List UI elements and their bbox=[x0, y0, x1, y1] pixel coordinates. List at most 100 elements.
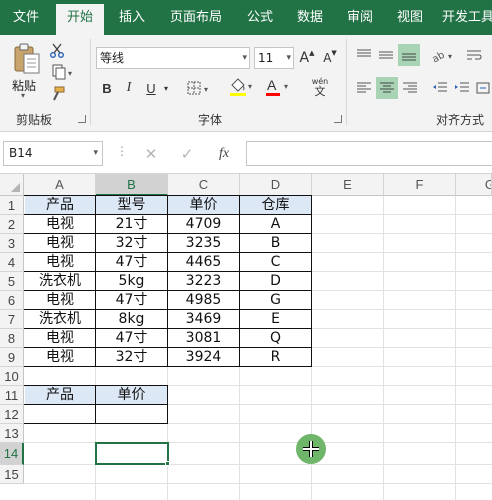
criteria-cell-product[interactable] bbox=[25, 405, 95, 424]
table-cell[interactable]: 3235 bbox=[168, 234, 239, 253]
tab-data[interactable]: 数据 bbox=[288, 0, 332, 35]
row-header-9[interactable]: 9 bbox=[0, 348, 24, 367]
table-cell[interactable]: 8kg bbox=[96, 310, 167, 329]
column-header-d[interactable]: D bbox=[240, 174, 312, 196]
paste-button[interactable] bbox=[8, 41, 46, 77]
criteria-cell-price[interactable] bbox=[96, 405, 167, 424]
wrap-text-button[interactable] bbox=[464, 45, 484, 65]
table-header-model[interactable]: 型号 bbox=[96, 196, 167, 215]
table-cell[interactable]: 3469 bbox=[168, 310, 239, 329]
cut-button[interactable] bbox=[48, 41, 66, 59]
align-center-button[interactable] bbox=[376, 77, 398, 99]
table-cell[interactable]: 电视 bbox=[25, 291, 95, 310]
worksheet-grid[interactable]: A B C D E F G 1 2 3 4 5 6 7 8 9 10 11 12… bbox=[0, 174, 492, 500]
table-cell[interactable]: R bbox=[240, 348, 311, 367]
row-header-8[interactable]: 8 bbox=[0, 329, 24, 348]
table-cell[interactable]: 5kg bbox=[96, 272, 167, 291]
tab-file[interactable]: 文件 bbox=[0, 0, 52, 35]
tab-developer[interactable]: 开发工具 bbox=[442, 0, 492, 35]
row-header-10[interactable]: 10 bbox=[0, 367, 24, 386]
table-header-price[interactable]: 单价 bbox=[168, 196, 239, 215]
table-cell[interactable]: G bbox=[240, 291, 311, 310]
tab-insert[interactable]: 插入 bbox=[110, 0, 154, 35]
clipboard-dialog-launcher[interactable] bbox=[78, 115, 86, 123]
table-header-warehouse[interactable]: 仓库 bbox=[240, 196, 311, 215]
fill-color-button[interactable]: ▾ bbox=[226, 75, 258, 99]
bold-button[interactable]: B bbox=[98, 78, 116, 98]
tab-home[interactable]: 开始 bbox=[56, 4, 104, 35]
row-header-3[interactable]: 3 bbox=[0, 234, 24, 253]
table-cell[interactable]: C bbox=[240, 253, 311, 272]
row-header-2[interactable]: 2 bbox=[0, 215, 24, 234]
table-cell[interactable]: 32寸 bbox=[96, 234, 167, 253]
table-cell[interactable]: 4985 bbox=[168, 291, 239, 310]
tab-review[interactable]: 审阅 bbox=[338, 0, 382, 35]
align-right-button[interactable] bbox=[400, 78, 420, 98]
font-color-button[interactable]: A ▾ bbox=[262, 75, 294, 99]
table-cell[interactable]: 电视 bbox=[25, 329, 95, 348]
format-painter-button[interactable] bbox=[48, 85, 66, 103]
decrease-indent-button[interactable] bbox=[430, 78, 450, 98]
table-cell[interactable]: 洗衣机 bbox=[25, 310, 95, 329]
table-cell[interactable]: A bbox=[240, 215, 311, 234]
criteria-header-product[interactable]: 产品 bbox=[25, 386, 95, 405]
font-size-combo[interactable]: 11 ▾ bbox=[254, 47, 294, 69]
table-cell[interactable]: 4465 bbox=[168, 253, 239, 272]
table-cell[interactable]: 47寸 bbox=[96, 329, 167, 348]
align-left-button[interactable] bbox=[354, 78, 374, 98]
font-dialog-launcher[interactable] bbox=[334, 115, 342, 123]
phonetic-guide-button[interactable]: wén 文 bbox=[304, 73, 336, 101]
table-cell[interactable]: 洗衣机 bbox=[25, 272, 95, 291]
table-cell[interactable]: 3223 bbox=[168, 272, 239, 291]
copy-button[interactable]: ▾ bbox=[48, 63, 78, 81]
formula-input[interactable] bbox=[246, 141, 492, 166]
row-header-12[interactable]: 12 bbox=[0, 405, 24, 424]
table-cell[interactable]: 电视 bbox=[25, 215, 95, 234]
tab-formulas[interactable]: 公式 bbox=[238, 0, 282, 35]
table-cell[interactable]: B bbox=[240, 234, 311, 253]
table-cell[interactable]: 电视 bbox=[25, 348, 95, 367]
table-cell[interactable]: D bbox=[240, 272, 311, 291]
table-cell[interactable]: 电视 bbox=[25, 253, 95, 272]
align-middle-button[interactable] bbox=[376, 45, 396, 65]
table-cell[interactable]: Q bbox=[240, 329, 311, 348]
row-header-6[interactable]: 6 bbox=[0, 291, 24, 310]
borders-button[interactable]: ▾ bbox=[184, 78, 214, 98]
table-header-product[interactable]: 产品 bbox=[25, 196, 95, 215]
table-cell[interactable]: 47寸 bbox=[96, 291, 167, 310]
column-header-c[interactable]: C bbox=[168, 174, 240, 196]
table-cell[interactable]: 21寸 bbox=[96, 215, 167, 234]
row-header-4[interactable]: 4 bbox=[0, 253, 24, 272]
row-header-5[interactable]: 5 bbox=[0, 272, 24, 291]
shrink-font-button[interactable]: A ▼ bbox=[320, 47, 340, 69]
confirm-entry-button[interactable]: ✓ bbox=[174, 143, 200, 165]
tab-page-layout[interactable]: 页面布局 bbox=[160, 0, 232, 35]
row-header-14[interactable]: 14 bbox=[0, 443, 24, 465]
row-header-11[interactable]: 11 bbox=[0, 386, 24, 405]
underline-button[interactable]: U bbox=[142, 78, 160, 98]
table-cell[interactable]: E bbox=[240, 310, 311, 329]
increase-indent-button[interactable] bbox=[452, 78, 472, 98]
column-header-f[interactable]: F bbox=[384, 174, 456, 196]
table-cell[interactable]: 3081 bbox=[168, 329, 239, 348]
grow-font-button[interactable]: A ▲ bbox=[297, 47, 317, 69]
row-header-7[interactable]: 7 bbox=[0, 310, 24, 329]
fill-handle[interactable] bbox=[165, 461, 170, 466]
name-box[interactable]: B14 ▾ bbox=[3, 141, 103, 166]
cancel-entry-button[interactable]: ✕ bbox=[138, 143, 164, 165]
align-top-button[interactable] bbox=[354, 45, 374, 65]
table-cell[interactable]: 电视 bbox=[25, 234, 95, 253]
italic-button[interactable]: I bbox=[120, 78, 138, 98]
orientation-button[interactable]: ab ▾ bbox=[428, 45, 458, 65]
table-cell[interactable]: 47寸 bbox=[96, 253, 167, 272]
underline-dropdown[interactable]: ▾ bbox=[160, 78, 172, 98]
row-header-15[interactable]: 15 bbox=[0, 465, 24, 484]
table-cell[interactable]: 3924 bbox=[168, 348, 239, 367]
formula-bar-grip-icon[interactable]: ⋮ bbox=[116, 144, 128, 158]
column-header-a[interactable]: A bbox=[24, 174, 96, 196]
row-header-13[interactable]: 13 bbox=[0, 424, 24, 443]
criteria-header-price[interactable]: 单价 bbox=[96, 386, 167, 405]
column-header-b[interactable]: B bbox=[96, 174, 168, 196]
tab-view[interactable]: 视图 bbox=[388, 0, 432, 35]
column-header-g[interactable]: G bbox=[456, 174, 492, 196]
